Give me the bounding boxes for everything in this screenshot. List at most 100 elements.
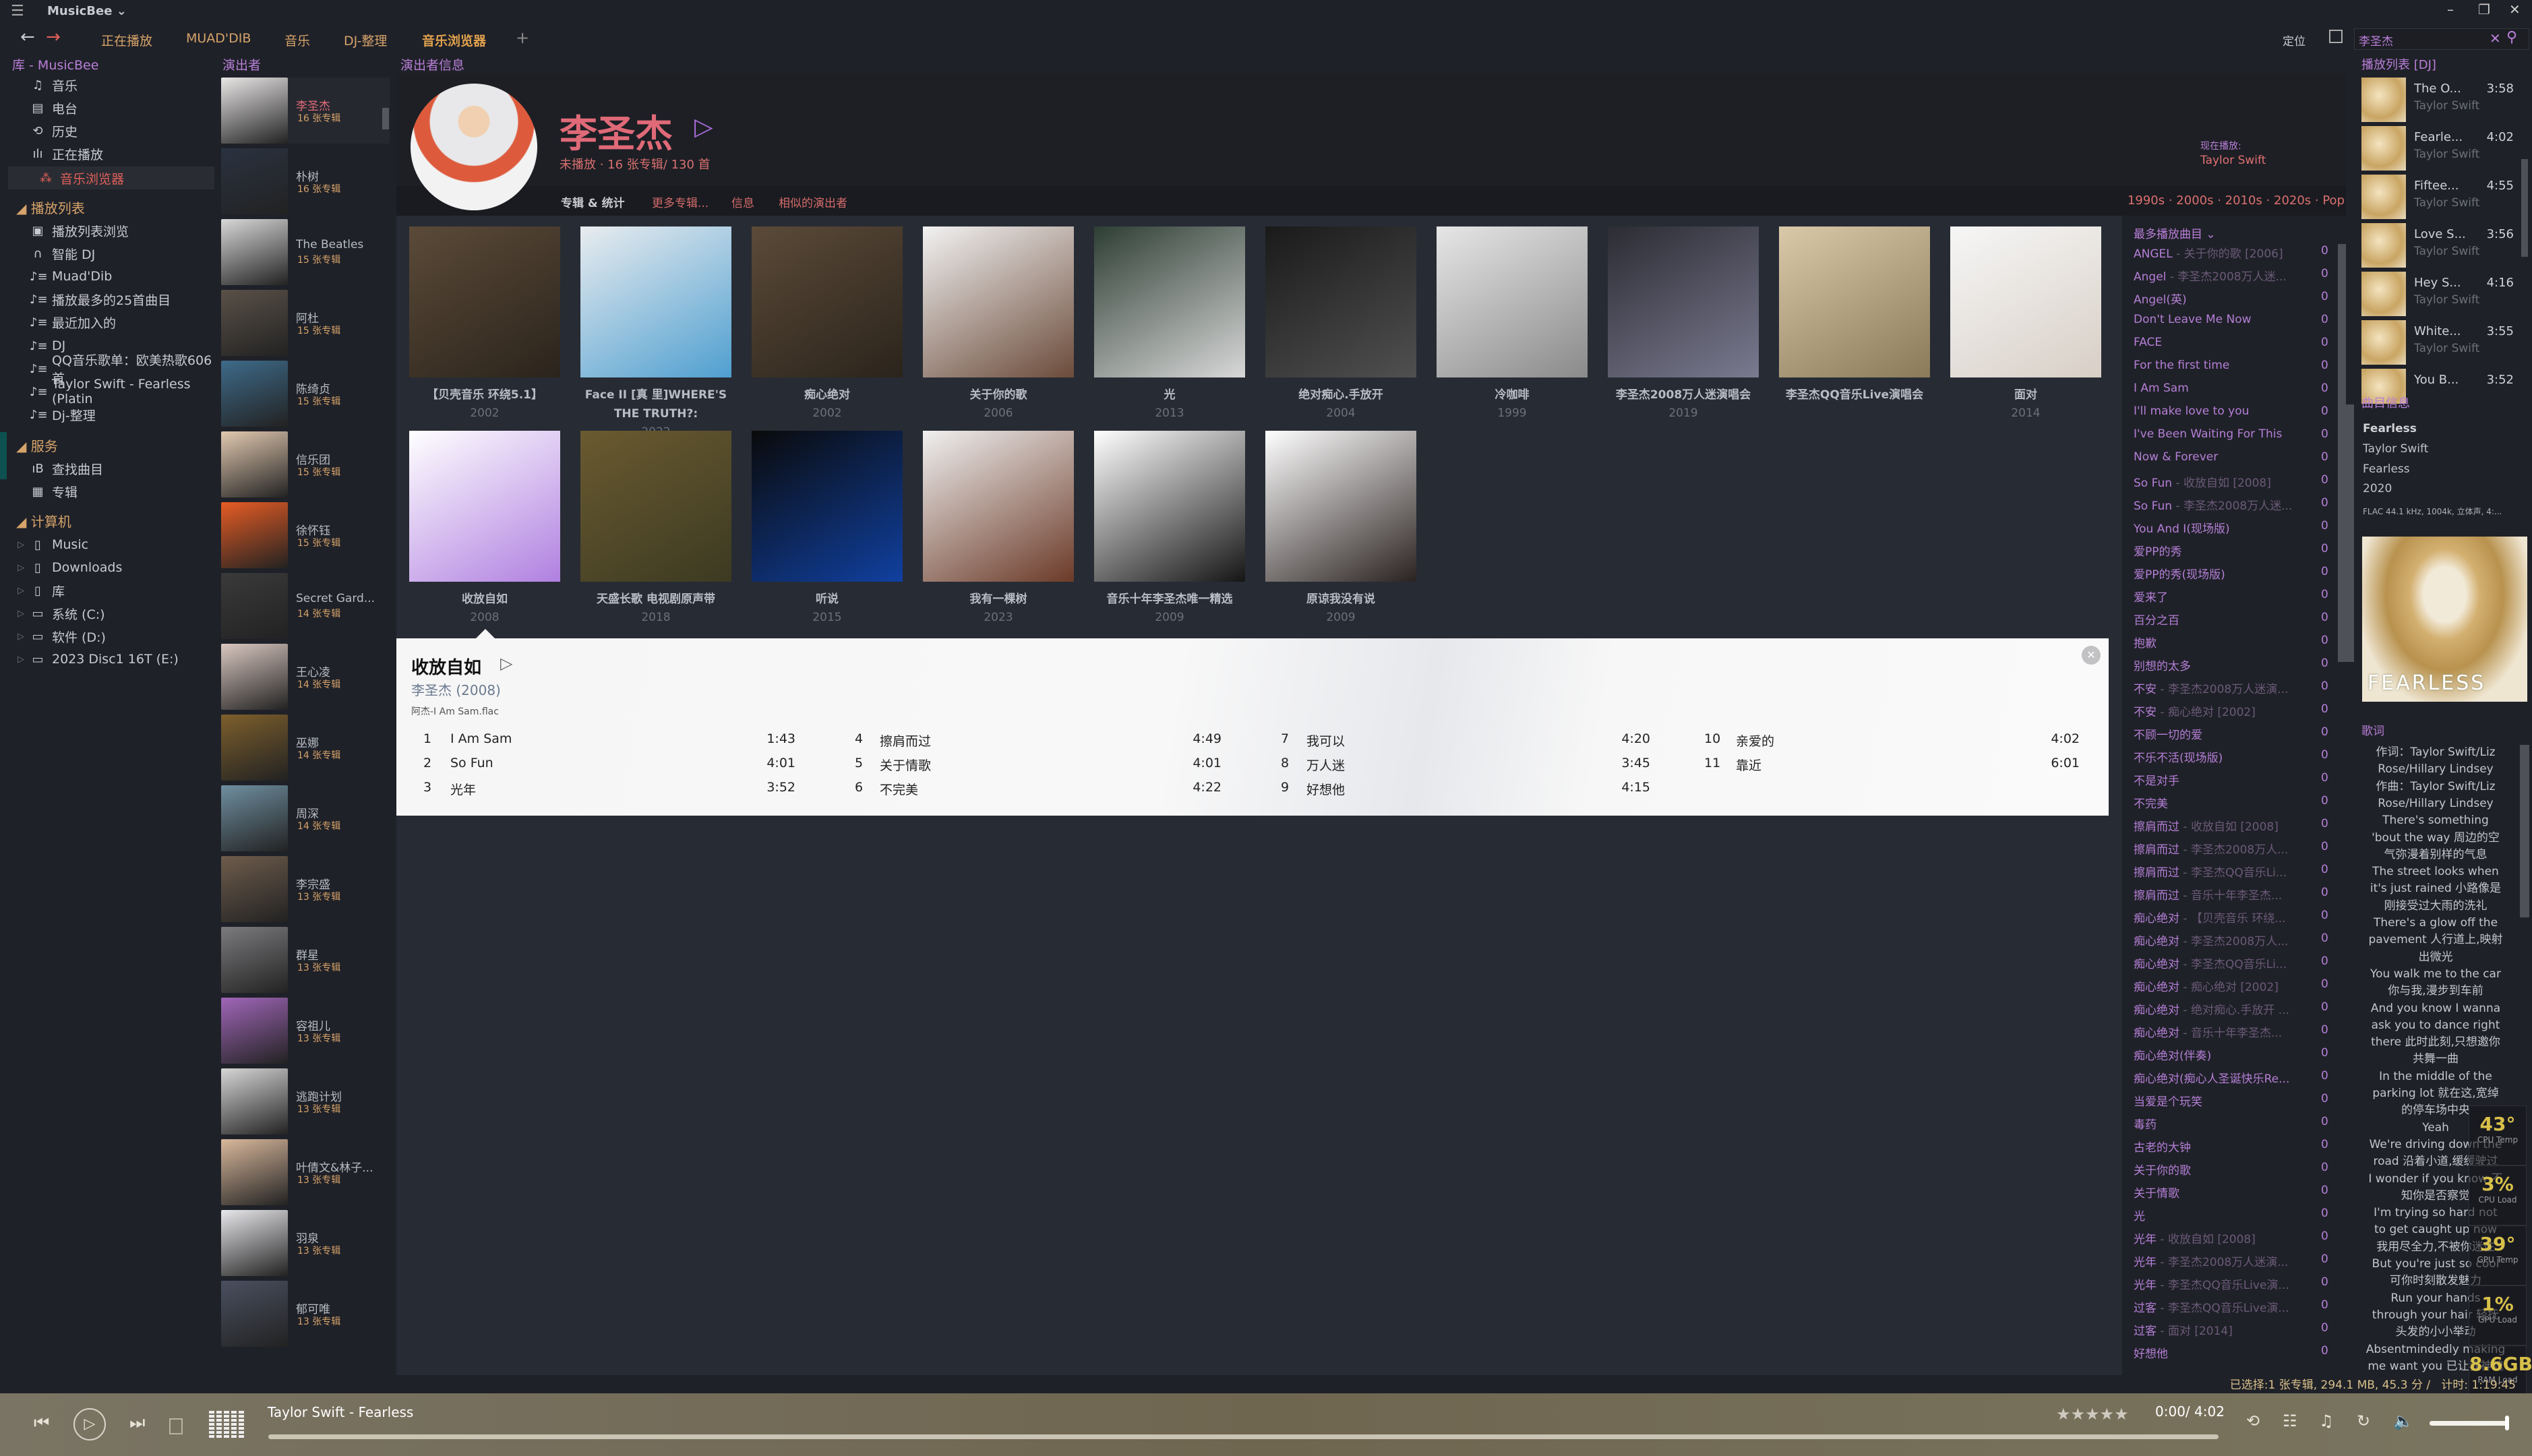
top-track-row[interactable]: I've Been Waiting For This 0 [2134, 427, 2336, 450]
playlist-item[interactable]: Fearle... Taylor Swift 4:02 [2361, 126, 2523, 172]
sidebar-item[interactable]: ♪≡ Taylor Swift - Fearless (Platin [0, 377, 216, 406]
top-track-row[interactable]: 爱PP的秀(现场版) 0 [2134, 565, 2336, 588]
top-track-row[interactable]: 过客 - 李圣杰QQ音乐Live演... 0 [2134, 1298, 2336, 1321]
playlist-item[interactable]: Hey S... Taylor Swift 4:16 [2361, 272, 2523, 317]
album-tile[interactable]: 音乐十年李圣杰唯一精选 2009 [1094, 431, 1245, 626]
artist-row[interactable]: 巫娜 14 张专辑 [221, 715, 390, 781]
play-album-icon[interactable]: ▷ [500, 654, 512, 673]
top-track-row[interactable]: 不安 - 李圣杰2008万人迷演... 0 [2134, 679, 2336, 702]
top-track-row[interactable]: 擦肩而过 - 音乐十年李圣杰... 0 [2134, 886, 2336, 909]
album-cover[interactable] [1265, 431, 1416, 582]
artist-row[interactable]: 容祖儿 13 张专辑 [221, 998, 390, 1064]
volume-handle[interactable] [2505, 1416, 2509, 1430]
top-track-row[interactable]: Angel - 李圣杰2008万人迷... 0 [2134, 267, 2336, 290]
artist-row[interactable]: 徐怀钰 15 张专辑 [221, 502, 390, 568]
computer-section-header[interactable]: ◢ 计算机 [16, 511, 71, 530]
expand-arrow-icon[interactable]: ▷ [18, 609, 24, 619]
sidebar-item[interactable]: ıB 查找曲目 [0, 457, 216, 480]
top-track-row[interactable]: 擦肩而过 - 李圣杰2008万人... 0 [2134, 840, 2336, 863]
previous-track-button[interactable]: ⏮ [34, 1413, 49, 1434]
top-track-row[interactable]: 痴心绝对 - 李圣杰2008万人... 0 [2134, 932, 2336, 954]
track-title[interactable]: 亲爱的 [1736, 731, 1774, 750]
expand-arrow-icon[interactable]: ▷ [18, 563, 24, 573]
album-tile[interactable]: 冷咖啡 1999 [1437, 226, 1588, 422]
playlist-scrollbar[interactable] [2521, 159, 2528, 257]
top-track-row[interactable]: 光0 [2134, 1207, 2336, 1230]
artist-row[interactable]: 李宗盛 13 张专辑 [221, 856, 390, 922]
expand-arrow-icon[interactable]: ▷ [18, 540, 24, 550]
top-track-row[interactable]: 爱PP的秀 0 [2134, 542, 2336, 565]
menu-icon[interactable]: ☰ [11, 3, 24, 20]
top-track-row[interactable]: 擦肩而过 - 收放自如 [2008] 0 [2134, 817, 2336, 840]
genre-links[interactable]: 1990s · 2000s · 2010s · 2020s · Pop [2128, 193, 2345, 208]
star-icon[interactable]: ★ [2085, 1405, 2100, 1424]
sidebar-item[interactable]: ılı 正在播放 [0, 142, 216, 165]
track-title[interactable]: 万人迷 [1306, 756, 1345, 774]
visualizer-icon[interactable] [209, 1409, 244, 1438]
clear-search-icon[interactable]: ✕ [2490, 30, 2501, 47]
tab-4[interactable]: 音乐浏览器 [422, 31, 486, 49]
sidebar-item[interactable]: ▣ 播放列表浏览 [0, 219, 216, 242]
album-tile[interactable]: Face II [真 里]WHERE'S THE TRUTH?:2022 [580, 226, 731, 441]
maximize-button[interactable]: ❐ [2478, 1, 2490, 18]
top-track-row[interactable]: 关于情歌 0 [2134, 1184, 2336, 1207]
album-cover[interactable] [409, 226, 560, 377]
top-track-row[interactable]: 痴心绝对(伴奏) 0 [2134, 1046, 2336, 1069]
equalizer-icon[interactable]: ☷ [2283, 1412, 2297, 1430]
album-cover[interactable] [1437, 226, 1588, 377]
sidebar-item[interactable]: ♪≡ Muad'Dib [0, 265, 216, 288]
playlist-item[interactable]: Fiftee... Taylor Swift 4:55 [2361, 175, 2523, 220]
album-cover[interactable] [752, 226, 903, 377]
collapse-icon[interactable]: ◢ [16, 438, 31, 454]
collapse-icon[interactable]: ◢ [16, 514, 31, 530]
sidebar-item[interactable]: ∩ 智能 DJ [0, 242, 216, 265]
volume-icon[interactable]: 🔈 [2393, 1412, 2413, 1430]
sidebar-item[interactable]: ⟲ 历史 [0, 119, 216, 142]
sidebar-item[interactable]: ▷ ▯ Downloads [0, 556, 216, 579]
volume-slider[interactable] [2430, 1416, 2509, 1430]
shuffle-off-icon[interactable]: ↻ [2357, 1412, 2370, 1430]
play-button[interactable]: ▷ [73, 1408, 106, 1440]
artist-row[interactable]: 信乐团 15 张专辑 [221, 431, 390, 497]
tab-1[interactable]: MUAD'DIB [186, 31, 251, 46]
tab-3[interactable]: DJ-整理 [344, 31, 387, 49]
close-button[interactable]: ✕ [2509, 1, 2521, 18]
top-track-row[interactable]: Angel(英) 0 [2134, 290, 2336, 313]
top-track-row[interactable]: ANGEL - 关于你的歌 [2006] 0 [2134, 244, 2336, 267]
progress-bar[interactable] [268, 1434, 2219, 1439]
tab-0[interactable]: 正在播放 [101, 31, 152, 49]
album-tile[interactable]: 天盛长歌 电视剧原声带 2018 [580, 431, 731, 626]
rating-stars[interactable]: ★★★★★ [2056, 1405, 2129, 1424]
sidebar-item[interactable]: ▦ 专辑 [0, 480, 216, 503]
back-arrow-icon[interactable]: ← [20, 27, 35, 47]
star-icon[interactable]: ★ [2071, 1405, 2086, 1424]
artist-row[interactable]: Secret Gard... 14 张专辑 [221, 573, 390, 639]
top-tracks-header[interactable]: 最多播放曲目 ⌄ [2134, 224, 2216, 241]
top-track-row[interactable]: 关于你的歌 0 [2134, 1161, 2336, 1184]
sidebar-item[interactable]: ▷ ▭ 系统 (C:) [0, 602, 216, 625]
star-icon[interactable]: ★ [2056, 1405, 2071, 1424]
artist-row[interactable]: 王心凌 14 张专辑 [221, 644, 390, 710]
top-track-row[interactable]: You And I(现场版) 0 [2134, 519, 2336, 542]
app-title[interactable]: MusicBee ⌄ [47, 4, 127, 18]
top-track-row[interactable]: 百分之百 0 [2134, 611, 2336, 634]
track-title[interactable]: I Am Sam [450, 731, 512, 746]
artist-row[interactable]: 逃跑计划 13 张专辑 [221, 1068, 390, 1134]
sidebar-item[interactable]: ▷ ▯ 库 [0, 579, 216, 602]
top-track-row[interactable]: 爱来了 0 [2134, 588, 2336, 611]
album-tile[interactable]: 光 2013 [1094, 226, 1245, 422]
album-tile[interactable]: 我有一棵树 2023 [923, 431, 1074, 626]
artist-row[interactable]: The Beatles 15 张专辑 [221, 219, 390, 285]
artist-subtab-3[interactable]: 相似的演出者 [779, 193, 847, 210]
artist-row[interactable]: 周深 14 张专辑 [221, 785, 390, 851]
headphones-icon[interactable]: ♫ [2319, 1412, 2334, 1430]
top-track-row[interactable]: I'll make love to you 0 [2134, 404, 2336, 427]
album-cover[interactable] [1950, 226, 2101, 377]
layout-icon[interactable] [2329, 30, 2343, 43]
album-cover[interactable] [1094, 431, 1245, 582]
lyrics-scrollbar[interactable] [2520, 745, 2529, 917]
top-track-row[interactable]: So Fun - 李圣杰2008万人迷... 0 [2134, 496, 2336, 519]
forward-arrow-icon[interactable]: → [46, 27, 61, 47]
expand-arrow-icon[interactable]: ▷ [18, 632, 24, 642]
top-track-row[interactable]: 抱歉 0 [2134, 634, 2336, 657]
